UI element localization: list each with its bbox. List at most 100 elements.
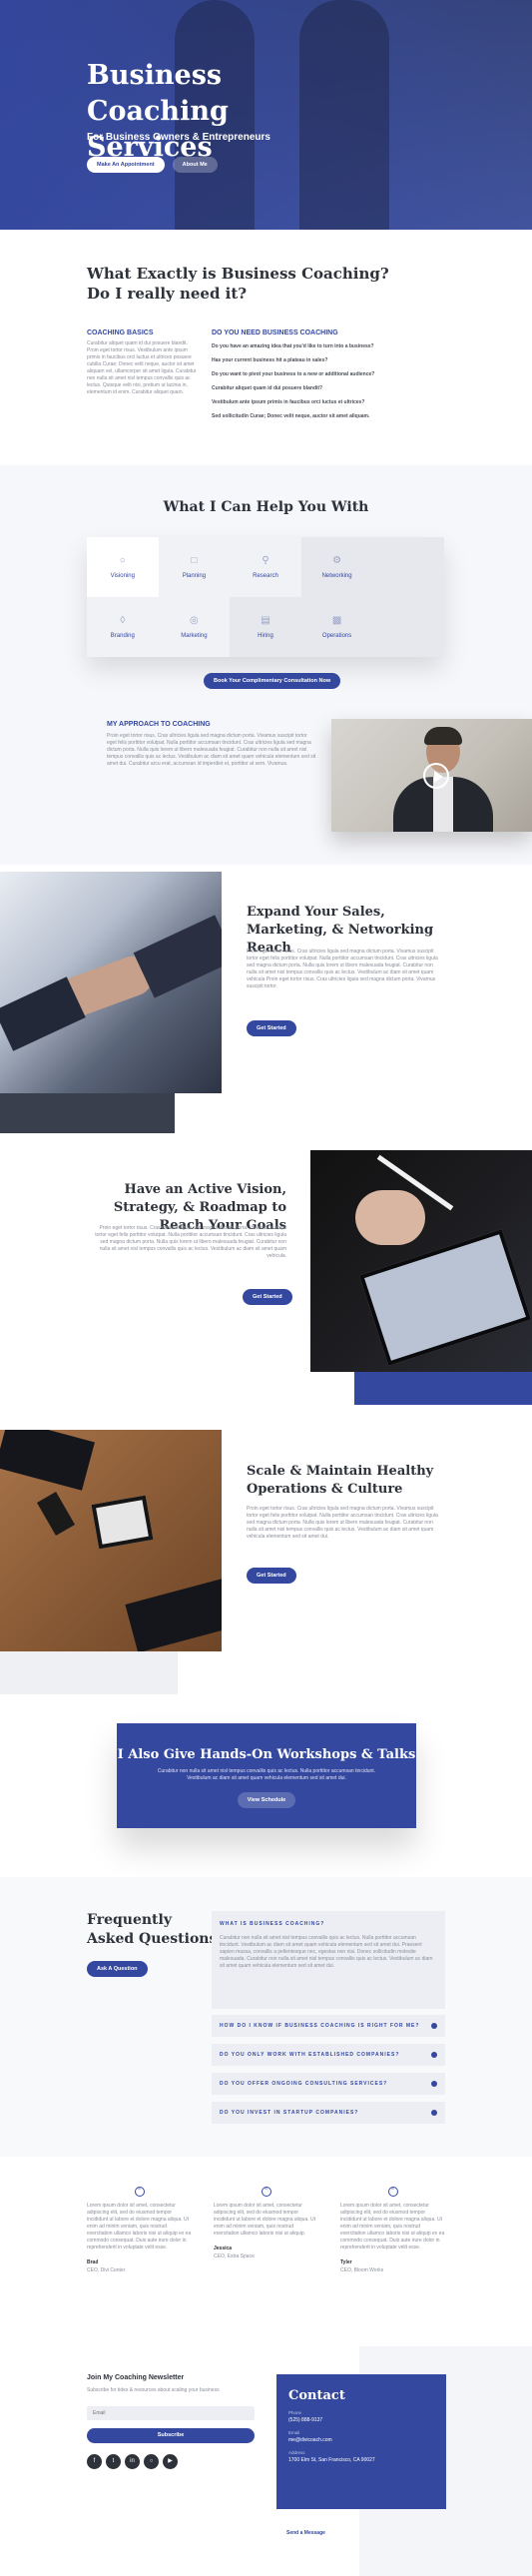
ask-question-button[interactable]: Ask A Question <box>87 1961 148 1977</box>
testimonial-name: Brad <box>87 2259 99 2265</box>
calendar-icon: □ <box>191 555 198 566</box>
coaching-intro-title-line1: What Exactly is Business Coaching? <box>87 265 389 283</box>
service-label: Hiring <box>258 633 273 639</box>
tablet-shape <box>358 1229 532 1366</box>
social-links: f t in ○ ▶ <box>87 2454 178 2469</box>
address-label: Address <box>288 2450 305 2455</box>
workshop-title: I Also Give Hands-On Workshops & Talks <box>117 1747 416 1762</box>
make-appointment-button[interactable]: Make An Appointment <box>87 157 165 173</box>
sleeve-shape <box>0 1430 95 1491</box>
service-empty <box>372 537 444 597</box>
about-me-button[interactable]: About Me <box>172 157 218 173</box>
service-label: Planning <box>182 573 207 579</box>
email-value[interactable]: me@divicoach.com <box>288 2437 434 2443</box>
testimonial-name: Tyler <box>340 2259 352 2265</box>
lightbulb-icon: ○ <box>119 555 126 566</box>
target-icon: ◎ <box>190 615 199 626</box>
phone-label: Phone <box>288 2410 302 2415</box>
meeting-photo <box>0 1430 222 1651</box>
phone-shape <box>36 1492 76 1536</box>
coach-video-thumbnail[interactable] <box>331 719 532 832</box>
expand-icon <box>431 2052 437 2058</box>
email-label: Email <box>288 2430 300 2435</box>
youtube-icon[interactable]: ▶ <box>163 2454 178 2469</box>
approach-text: Proin eget tortor risus. Cras ultricies … <box>107 733 316 767</box>
faq-item-open[interactable]: WHAT IS BUSINESS COACHING? Curabitur non… <box>212 1911 445 2009</box>
newsletter-title: Join My Coaching Newsletter <box>87 2374 185 2381</box>
coaching-intro-title: What Exactly is Business Coaching? Do I … <box>87 264 389 304</box>
view-schedule-button[interactable]: View Schedule <box>237 1792 296 1808</box>
phone-value[interactable]: (525) 888-9137 <box>288 2417 434 2423</box>
service-empty <box>372 597 444 657</box>
workshop-banner: I Also Give Hands-On Workshops & Talks C… <box>117 1723 416 1828</box>
faq-title-line2: Asked Questions <box>87 1931 218 1947</box>
tablet-shape <box>91 1495 154 1550</box>
services-grid: ○ Visioning □ Planning ⚲ Research ⚙ Networki… <box>87 537 444 657</box>
signing-photo <box>310 1150 532 1372</box>
contact-card: Contact Phone (525) 888-9137 Email me@di… <box>276 2374 446 2509</box>
service-research[interactable]: ⚲ Research <box>230 537 301 597</box>
service-planning[interactable]: □ Planning <box>158 537 231 597</box>
play-icon[interactable] <box>423 763 449 789</box>
help-title: What I Can Help You With <box>163 499 369 515</box>
faq-item[interactable]: DO YOU OFFER ONGOING CONSULTING SERVICES… <box>212 2073 445 2095</box>
expand-icon <box>431 2081 437 2087</box>
testimonial-text: Lorem ipsum dolor sit amet, consectetur … <box>87 2203 192 2251</box>
chart-icon: ▩ <box>331 615 342 626</box>
faq-item[interactable]: DO YOU ONLY WORK WITH ESTABLISHED COMPAN… <box>212 2044 445 2066</box>
question-item: Vestibulum ante ipsum primis in faucibus… <box>212 399 365 405</box>
question-item: Sed sollicitudin Curae; Donec velit nequ… <box>212 413 370 419</box>
expand-icon <box>431 2110 437 2116</box>
book-consultation-button[interactable]: Book Your Complimentary Consultation Now <box>204 673 341 689</box>
address-value: 1700 Elm St, San Francisco, CA 90027 <box>288 2457 375 2463</box>
faq-question: DO YOU ONLY WORK WITH ESTABLISHED COMPAN… <box>220 2052 400 2058</box>
question-item: Do you have an amazing idea that you'd l… <box>212 343 374 349</box>
handshake-photo <box>0 872 222 1093</box>
service-label: Marketing <box>181 633 208 639</box>
email-input[interactable] <box>87 2406 255 2420</box>
feature-text: Proin eget tortor risus. Cras ultricies … <box>95 1225 286 1259</box>
testimonial-text: Lorem ipsum dolor sit amet, consectetur … <box>214 2203 316 2237</box>
get-started-button[interactable]: Get Started <box>243 1289 292 1305</box>
hero-title: Business Coaching Services <box>87 60 229 163</box>
expand-icon <box>431 2023 437 2029</box>
service-branding[interactable]: ◊ Branding <box>87 597 159 657</box>
faq-item[interactable]: HOW DO I KNOW IF BUSINESS COACHING IS RI… <box>212 2015 445 2037</box>
send-message-link[interactable]: Send a Message <box>286 2530 325 2536</box>
question-item: Curabitur aliquet quam id dui posuere bl… <box>212 385 323 391</box>
testimonial-role: CEO, Divi Center <box>87 2267 126 2273</box>
linkedin-icon[interactable]: in <box>125 2454 140 2469</box>
service-operations[interactable]: ▩ Operations <box>300 597 373 657</box>
service-hiring[interactable]: ▤ Hiring <box>230 597 301 657</box>
sleeve-shape <box>125 1576 222 1651</box>
instagram-icon[interactable]: ○ <box>144 2454 159 2469</box>
service-label: Visioning <box>110 573 135 579</box>
testimonial-name: Jessica <box>214 2246 233 2252</box>
get-started-button[interactable]: Get Started <box>247 1568 296 1584</box>
question-item: Do you want to pivot your business to a … <box>212 371 375 377</box>
coaching-basics-text: Curabitur aliquet quam id dui posuere bl… <box>87 340 197 395</box>
briefcase-icon: ▤ <box>261 615 270 626</box>
testimonial-text: Lorem ipsum dolor sit amet, consectetur … <box>340 2203 445 2251</box>
coaching-intro-title-line2: Do I really need it? <box>87 285 248 303</box>
service-networking[interactable]: ⚙ Networking <box>300 537 373 597</box>
tag-icon: ◊ <box>120 615 126 626</box>
feature-title: Scale & Maintain Healthy Operations & Cu… <box>247 1464 434 1497</box>
twitter-icon[interactable]: t <box>106 2454 121 2469</box>
testimonial: “ Lorem ipsum dolor sit amet, consectetu… <box>214 2187 318 2259</box>
service-visioning[interactable]: ○ Visioning <box>87 537 159 597</box>
faq-question: DO YOU INVEST IN STARTUP COMPANIES? <box>220 2110 359 2116</box>
faq-title-line1: Frequently <box>87 1912 172 1928</box>
contact-title: Contact <box>288 2388 345 2403</box>
facebook-icon[interactable]: f <box>87 2454 102 2469</box>
newsletter-text: Subscribe for tides & resources about sc… <box>87 2387 220 2393</box>
faq-item[interactable]: DO YOU INVEST IN STARTUP COMPANIES? <box>212 2102 445 2124</box>
service-marketing[interactable]: ◎ Marketing <box>158 597 231 657</box>
service-label: Operations <box>321 633 352 639</box>
coaching-basics-heading: COACHING BASICS <box>87 329 154 336</box>
get-started-button[interactable]: Get Started <box>247 1020 296 1036</box>
subscribe-button[interactable]: Subscribe <box>87 2428 255 2443</box>
testimonial-role: CEO, Bloom Works <box>340 2267 384 2273</box>
quote-icon: “ <box>387 2187 398 2197</box>
approach-heading: MY APPROACH TO COACHING <box>107 721 211 728</box>
